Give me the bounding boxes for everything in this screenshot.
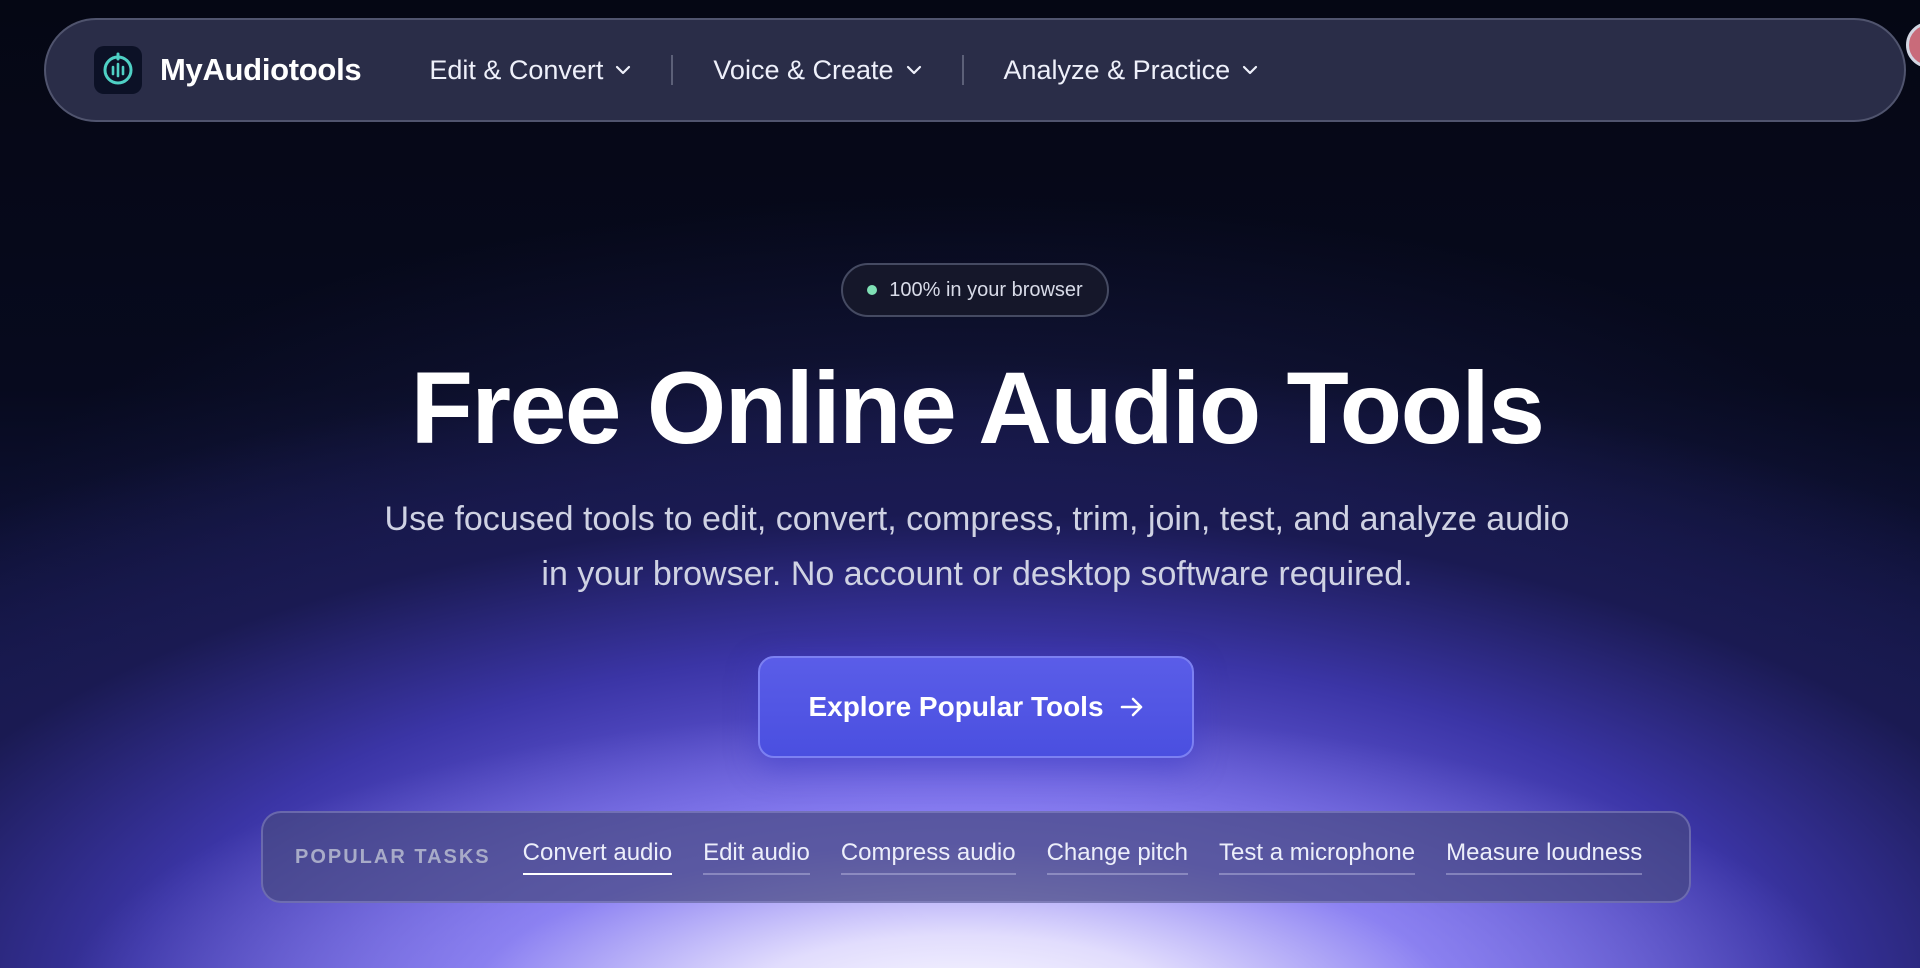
hero-subtitle: Use focused tools to edit, convert, comp… (384, 500, 1570, 593)
chevron-down-icon (906, 65, 922, 75)
nav-divider (961, 55, 964, 85)
popular-tasks-bar: POPULAR TASKS Convert audio Edit audio C… (261, 811, 1691, 903)
nav-divider (671, 55, 674, 85)
brand-name: MyAudiotools (160, 52, 362, 87)
audio-wave-logo-icon (94, 46, 142, 94)
nav-voice-create-label: Voice & Create (713, 54, 894, 85)
browser-badge: 100% in your browser (841, 263, 1109, 317)
explore-popular-tools-button[interactable]: Explore Popular Tools (758, 656, 1194, 758)
page-title: Free Online Audio Tools (410, 351, 1545, 465)
top-navbar: MyAudiotools Edit & Convert Voice & Crea… (44, 18, 1906, 122)
browser-badge-label: 100% in your browser (889, 278, 1083, 301)
chevron-down-icon (615, 65, 631, 75)
nav-edit-convert[interactable]: Edit & Convert (429, 55, 631, 86)
nav-voice-create[interactable]: Voice & Create (713, 55, 921, 86)
main-menu: Edit & Convert Voice & Create Analyze & … (429, 55, 1258, 86)
popular-tasks-label: POPULAR TASKS (295, 845, 491, 868)
arrow-right-icon (1120, 696, 1144, 718)
brand[interactable]: MyAudiotools (94, 46, 362, 94)
task-link-test-microphone[interactable]: Test a microphone (1219, 839, 1416, 875)
task-link-edit-audio[interactable]: Edit audio (703, 839, 810, 875)
nav-analyze-practice-label: Analyze & Practice (1003, 54, 1231, 85)
nav-edit-convert-label: Edit & Convert (429, 54, 604, 85)
task-link-convert-audio[interactable]: Convert audio (522, 839, 673, 875)
task-link-change-pitch[interactable]: Change pitch (1046, 839, 1189, 875)
cta-label: Explore Popular Tools (808, 691, 1104, 722)
task-link-measure-loudness[interactable]: Measure loudness (1446, 839, 1643, 875)
nav-analyze-practice[interactable]: Analyze & Practice (1004, 55, 1259, 86)
task-link-compress-audio[interactable]: Compress audio (840, 839, 1016, 875)
chevron-down-icon (1242, 65, 1258, 75)
status-dot-icon (867, 285, 878, 295)
